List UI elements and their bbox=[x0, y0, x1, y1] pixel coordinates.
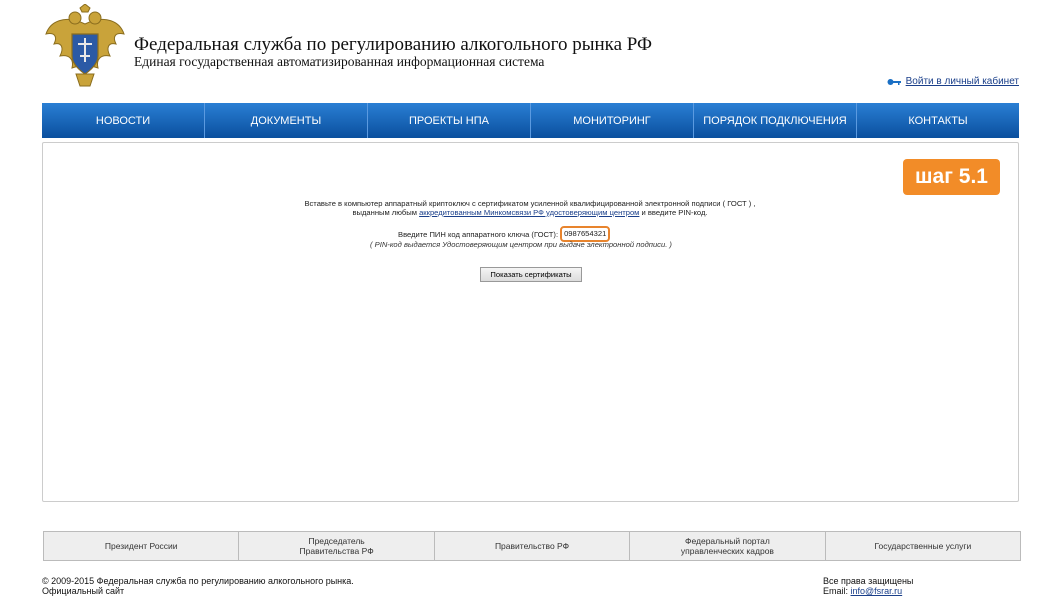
login-cabinet[interactable]: Войти в личный кабинет bbox=[887, 76, 1019, 87]
main-nav: НОВОСТИ ДОКУМЕНТЫ ПРОЕКТЫ НПА МОНИТОРИНГ… bbox=[42, 103, 1019, 138]
fsrar-emblem-logo bbox=[45, 4, 125, 87]
step-badge: шаг 5.1 bbox=[903, 159, 1000, 195]
copyright: © 2009-2015 Федеральная служба по регули… bbox=[42, 576, 354, 596]
rights-block: Все права защищены Email: info@fsrar.ru bbox=[823, 576, 913, 596]
instructions-line2: выданным любым аккредитованным Минкомсвя… bbox=[240, 208, 820, 217]
key-icon bbox=[887, 78, 901, 85]
instructions-line2-pre: выданным любым bbox=[352, 208, 420, 217]
nav-documents[interactable]: ДОКУМЕНТЫ bbox=[205, 103, 368, 138]
footer-link-label: Президент России bbox=[104, 541, 178, 551]
footer-link-label: Правительство РФ bbox=[494, 541, 570, 551]
show-certificates-button[interactable]: Показать сертификаты bbox=[480, 267, 582, 282]
page-header: Федеральная служба по регулированию алко… bbox=[0, 0, 1060, 100]
footer-link-label: Государственные услуги bbox=[874, 541, 972, 551]
footer-link-chairman[interactable]: Председатель Правительства РФ bbox=[239, 532, 435, 560]
rights-line1: Все права защищены bbox=[823, 576, 914, 586]
email-link[interactable]: info@fsrar.ru bbox=[851, 586, 903, 596]
instructions: Вставьте в компьютер аппаратный криптокл… bbox=[240, 199, 820, 217]
pin-note: ( PIN-код выдается Удостоверяющим центро… bbox=[370, 240, 672, 249]
copyright-line1: © 2009-2015 Федеральная служба по регули… bbox=[42, 576, 354, 586]
nav-npa-projects[interactable]: ПРОЕКТЫ НПА bbox=[368, 103, 531, 138]
instructions-line1: Вставьте в компьютер аппаратный криптокл… bbox=[304, 199, 756, 208]
pin-label: Введите ПИН код аппаратного ключа (ГОСТ)… bbox=[398, 229, 559, 239]
nav-contacts[interactable]: КОНТАКТЫ bbox=[857, 103, 1019, 138]
footer-link-label-2: Правительства РФ bbox=[299, 546, 374, 556]
email-label: Email: bbox=[823, 586, 851, 596]
footer-link-label-2: управленческих кадров bbox=[680, 546, 774, 556]
footer-link-gosuslugi[interactable]: Государственные услуги bbox=[826, 532, 1020, 560]
site-subtitle: Единая государственная автоматизированна… bbox=[134, 54, 545, 69]
footer-links: Президент России Председатель Правительст… bbox=[43, 531, 1021, 561]
accredited-centers-link[interactable]: аккредитованным Минкомсвязи РФ удостовер… bbox=[419, 208, 639, 217]
footer-link-label: Федеральный портал bbox=[685, 536, 770, 546]
footer-link-president[interactable]: Президент России bbox=[44, 532, 240, 560]
main-content bbox=[42, 142, 1019, 502]
nav-monitoring[interactable]: МОНИТОРИНГ bbox=[531, 103, 694, 138]
nav-news[interactable]: НОВОСТИ bbox=[42, 103, 205, 138]
footer-link-government[interactable]: Правительство РФ bbox=[435, 532, 631, 560]
nav-connection[interactable]: ПОРЯДОК ПОДКЛЮЧЕНИЯ bbox=[694, 103, 857, 138]
instructions-line2-post: и введите PIN-код. bbox=[639, 208, 708, 217]
email-row: Email: info@fsrar.ru bbox=[823, 586, 913, 596]
footer-link-label: Председатель bbox=[308, 536, 365, 546]
site-title: Федеральная служба по регулированию алко… bbox=[134, 34, 653, 55]
footer-link-personnel-portal[interactable]: Федеральный портал управленческих кадров bbox=[630, 532, 826, 560]
login-cabinet-link[interactable]: Войти в личный кабинет bbox=[906, 76, 1019, 87]
copyright-line2: Официальный сайт bbox=[42, 586, 125, 596]
